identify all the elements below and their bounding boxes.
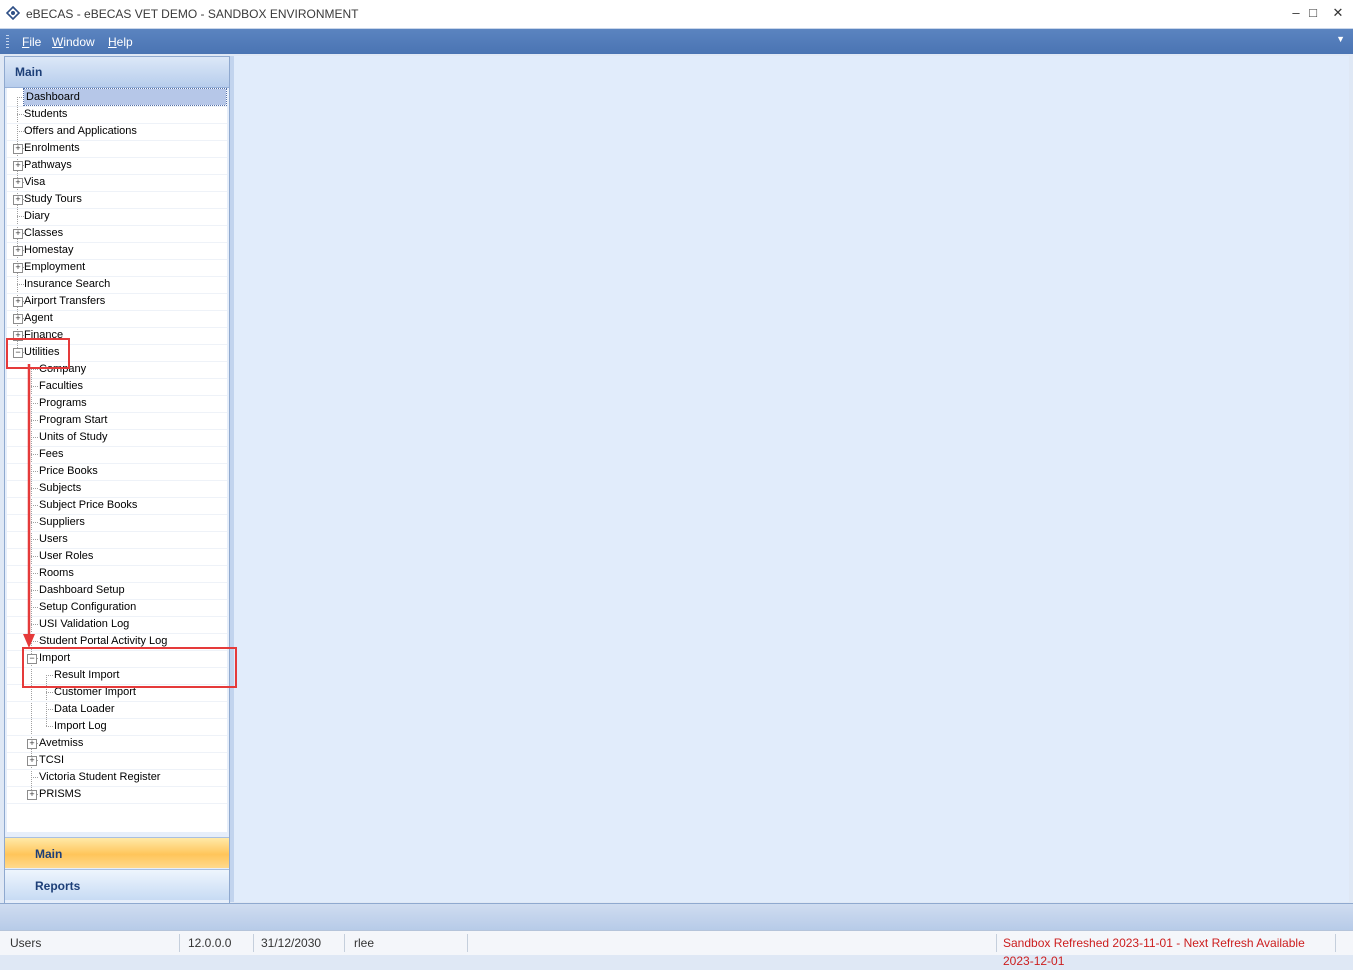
expand-icon[interactable]: + — [27, 739, 37, 749]
tree-item-users[interactable]: Users — [39, 531, 68, 547]
maximize-icon[interactable]: □ — [1302, 4, 1324, 22]
menu-help[interactable]: Help — [108, 35, 133, 49]
toolbar-grip[interactable] — [6, 35, 9, 49]
expand-icon[interactable]: + — [13, 161, 23, 171]
expand-icon[interactable]: + — [13, 297, 23, 307]
tree-item-subjects[interactable]: Subjects — [39, 480, 81, 496]
tree-item-pathways[interactable]: Pathways — [24, 157, 72, 173]
status-section: Users — [4, 934, 180, 952]
menu-bar: File Window Help ▼ — [0, 29, 1353, 54]
expand-icon[interactable]: + — [13, 195, 23, 205]
nav-reports-button[interactable]: Reports — [5, 869, 229, 900]
expand-icon[interactable]: + — [13, 144, 23, 154]
tree-branch-line — [31, 777, 38, 778]
tree-item-programs[interactable]: Programs — [39, 395, 87, 411]
tree-item-offers-and-applications[interactable]: Offers and Applications — [24, 123, 137, 139]
expand-icon[interactable]: + — [13, 246, 23, 256]
tree-item-price-books[interactable]: Price Books — [39, 463, 98, 479]
expand-icon[interactable]: + — [13, 178, 23, 188]
tree-item-import-log[interactable]: Import Log — [54, 718, 107, 734]
tree-branch-line — [46, 726, 53, 727]
tree-item-usi-validation-log[interactable]: USI Validation Log — [39, 616, 129, 632]
tree-item-airport-transfers[interactable]: Airport Transfers — [24, 293, 105, 309]
tree-item-victoria-student-register[interactable]: Victoria Student Register — [39, 769, 160, 785]
tree-branch-line — [17, 284, 24, 285]
menu-file[interactable]: File — [22, 35, 41, 49]
tree-item-homestay[interactable]: Homestay — [24, 242, 74, 258]
status-version: 12.0.0.0 — [182, 934, 254, 952]
tree-item-employment[interactable]: Employment — [24, 259, 85, 275]
tree-item-user-roles[interactable]: User Roles — [39, 548, 93, 564]
tree-item-tcsi[interactable]: TCSI — [39, 752, 64, 768]
tree-item-suppliers[interactable]: Suppliers — [39, 514, 85, 530]
import-highlight-box — [22, 647, 237, 688]
tree-item-insurance-search[interactable]: Insurance Search — [24, 276, 110, 292]
pane-title: Main — [15, 65, 43, 79]
close-icon[interactable]: ✕ — [1327, 4, 1349, 22]
tree-branch-line — [46, 692, 53, 693]
tree-branch-line — [17, 131, 24, 132]
tree-item-faculties[interactable]: Faculties — [39, 378, 83, 394]
pane-header: Main — [5, 57, 229, 88]
tree-item-diary[interactable]: Diary — [24, 208, 50, 224]
tree-item-prisms[interactable]: PRISMS — [39, 786, 81, 802]
tree-item-data-loader[interactable]: Data Loader — [54, 701, 115, 717]
expand-icon[interactable]: + — [13, 263, 23, 273]
tree-item-avetmiss[interactable]: Avetmiss — [39, 735, 83, 751]
tree-item-setup-configuration[interactable]: Setup Configuration — [39, 599, 136, 615]
tree-item-subject-price-books[interactable]: Subject Price Books — [39, 497, 137, 513]
annotation-arrow-icon — [23, 364, 35, 648]
chevron-down-icon[interactable]: ▼ — [1336, 34, 1345, 44]
tree-row — [7, 718, 227, 736]
tree-item-visa[interactable]: Visa — [24, 174, 45, 190]
status-bar: Users 12.0.0.0 31/12/2030 rlee Sandbox R… — [0, 930, 1353, 968]
tree-branch-line — [17, 97, 24, 98]
nav-reports-label: Reports — [35, 879, 81, 893]
expand-icon[interactable]: + — [27, 756, 37, 766]
status-user: rlee — [348, 934, 468, 952]
nav-main-button[interactable]: Main — [5, 837, 229, 868]
expand-icon[interactable]: + — [13, 314, 23, 324]
app-logo-icon — [6, 6, 20, 20]
tree-item-students[interactable]: Students — [24, 106, 67, 122]
tree-item-agent[interactable]: Agent — [24, 310, 53, 326]
navigation-tree: Dashboard Students Offers and Applications… — [7, 88, 227, 832]
tree-item-study-tours[interactable]: Study Tours — [24, 191, 82, 207]
bottom-toolbar — [0, 903, 1353, 930]
tree-branch-line — [46, 709, 53, 710]
tree-item-dashboard[interactable]: Dashboard — [23, 88, 227, 106]
title-bar: eBECAS - eBECAS VET DEMO - SANDBOX ENVIR… — [0, 0, 1353, 29]
tree-item-fees[interactable]: Fees — [39, 446, 63, 462]
window-title: eBECAS - eBECAS VET DEMO - SANDBOX ENVIR… — [26, 7, 359, 21]
tree-item-units-of-study[interactable]: Units of Study — [39, 429, 107, 445]
expand-icon[interactable]: + — [27, 790, 37, 800]
sandbox-notice: Sandbox Refreshed 2023-11-01 - Next Refr… — [996, 934, 1336, 968]
tree-row — [7, 701, 227, 719]
tree-branch-line — [17, 114, 24, 115]
nav-main-label: Main — [35, 847, 63, 861]
menu-window[interactable]: Window — [52, 35, 95, 49]
tree-item-classes[interactable]: Classes — [24, 225, 63, 241]
tree-branch-line — [17, 216, 24, 217]
tree-item-dashboard-setup[interactable]: Dashboard Setup — [39, 582, 125, 598]
tree-item-program-start[interactable]: Program Start — [39, 412, 107, 428]
expand-icon[interactable]: + — [13, 229, 23, 239]
tree-item-rooms[interactable]: Rooms — [39, 565, 74, 581]
status-date: 31/12/2030 — [255, 934, 345, 952]
main-content-area — [234, 56, 1349, 902]
tree-item-enrolments[interactable]: Enrolments — [24, 140, 80, 156]
